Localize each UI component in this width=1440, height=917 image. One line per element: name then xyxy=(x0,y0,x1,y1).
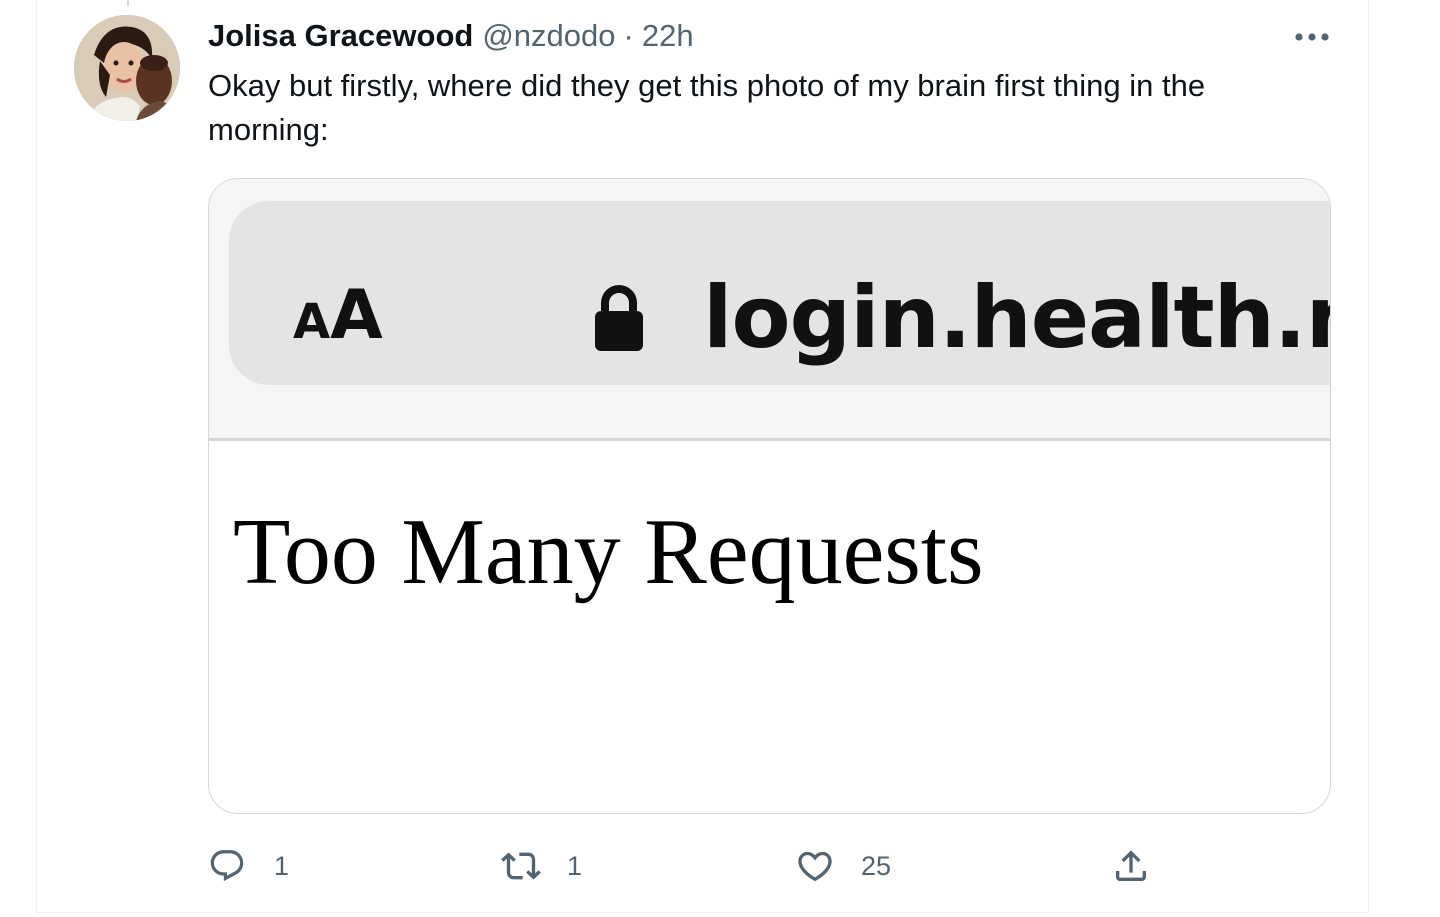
separator-dot: · xyxy=(623,18,634,53)
retweet-icon xyxy=(501,852,541,880)
display-name[interactable]: Jolisa Gracewood xyxy=(208,18,473,54)
reply-button[interactable]: 1 xyxy=(208,840,289,892)
tweet-media-image[interactable]: A A login.health.nz Too Many Requests xyxy=(208,178,1331,814)
error-page-heading: Too Many Requests xyxy=(233,500,984,604)
avatar-photo xyxy=(74,15,180,121)
lock-icon xyxy=(595,285,643,351)
reply-count: 1 xyxy=(274,850,290,881)
more-options-button[interactable] xyxy=(1285,20,1339,54)
timestamp[interactable]: 22h xyxy=(642,18,694,54)
user-handle[interactable]: @nzdodo xyxy=(482,18,615,54)
reply-icon xyxy=(210,850,244,882)
url-text: login.health.nz xyxy=(703,268,1330,368)
text-size-large-glyph: A xyxy=(330,276,383,355)
tweet-card[interactable]: Jolisa Gracewood @nzdodo · 22h Okay but … xyxy=(36,0,1369,913)
tweet-actions-bar: 1 1 25 xyxy=(37,840,1368,892)
browser-toolbar: A A login.health.nz xyxy=(209,179,1330,441)
like-count: 25 xyxy=(861,850,892,881)
heart-icon xyxy=(798,851,832,882)
retweet-button[interactable]: 1 xyxy=(499,840,582,892)
share-button[interactable] xyxy=(1111,840,1151,892)
retweet-count: 1 xyxy=(567,850,583,881)
ellipsis-icon xyxy=(1295,33,1329,41)
share-icon xyxy=(1116,850,1146,881)
text-size-button: A A xyxy=(293,276,383,356)
tweet-header: Jolisa Gracewood @nzdodo · 22h xyxy=(208,16,694,56)
like-button[interactable]: 25 xyxy=(795,840,891,892)
tweet-text: Okay but firstly, where did they get thi… xyxy=(208,68,1206,147)
address-bar: A A login.health.nz xyxy=(229,201,1330,385)
thread-connector-line xyxy=(127,0,129,6)
avatar[interactable] xyxy=(74,15,180,121)
text-size-small-glyph: A xyxy=(293,294,331,350)
